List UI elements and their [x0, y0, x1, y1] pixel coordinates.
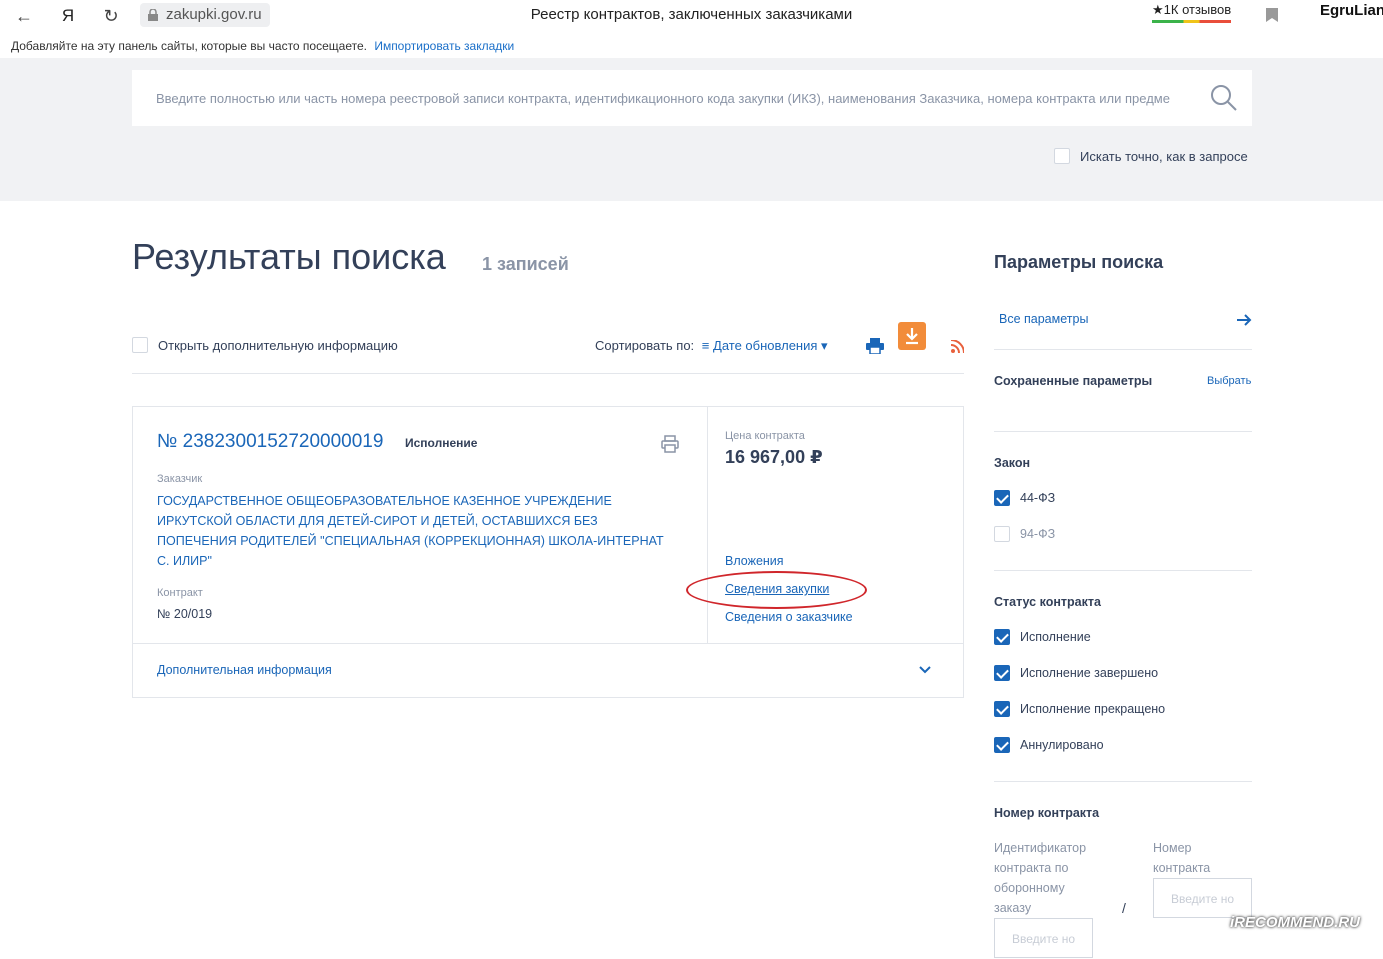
chevron-down-icon[interactable]: [918, 663, 932, 677]
card-divider: [707, 407, 708, 643]
saved-params-title: Сохраненные параметры: [994, 374, 1153, 388]
divider: [994, 570, 1252, 571]
exact-search-checkbox[interactable]: [1054, 148, 1070, 164]
search-icon[interactable]: [1210, 84, 1238, 112]
status-checkbox-annulled[interactable]: Аннулировано: [994, 737, 1104, 753]
results-count: 1 записей: [482, 254, 569, 274]
status-checkbox-execution[interactable]: Исполнение: [994, 629, 1091, 645]
law-checkbox-44fz[interactable]: 44-ФЗ: [994, 490, 1055, 506]
caret-down-icon: ▾: [821, 338, 828, 353]
checkbox[interactable]: [994, 665, 1010, 681]
divider: [994, 349, 1252, 350]
star-icon: ★: [1152, 2, 1164, 17]
sidebar-title: Параметры поиска: [994, 252, 1164, 272]
user-name[interactable]: EgruLian: [1320, 2, 1383, 19]
exact-search-toggle[interactable]: Искать точно, как в запросе: [1054, 148, 1248, 164]
sort-control[interactable]: Сортировать по: ≡ Дате обновления ▾: [595, 338, 828, 354]
status-badge: Исполнение: [405, 436, 478, 450]
download-icon: [906, 328, 918, 345]
arrow-right-icon[interactable]: [1235, 311, 1253, 329]
sort-lines-icon: ≡: [701, 338, 710, 353]
extra-info-toggle[interactable]: Дополнительная информация: [157, 663, 332, 677]
browser-toolbar: ← Я ↻ zakupki.gov.ru Реестр контрактов, …: [0, 0, 1383, 32]
highlight-oval: [686, 571, 867, 609]
contract-card: № 2382300152720000019 Исполнение Заказчи…: [132, 406, 964, 698]
sort-label: Сортировать по:: [595, 338, 695, 353]
bookmarks-hint: Добавляйте на эту панель сайты, которые …: [11, 39, 367, 53]
print-icon[interactable]: [866, 338, 884, 354]
attachments-link[interactable]: Вложения: [725, 554, 784, 568]
defense-id-label: Идентификатор контракта по оборонному за…: [994, 841, 1087, 915]
number-label: Номер контракта: [1153, 841, 1211, 875]
law-checkbox-94fz[interactable]: 94-ФЗ: [994, 526, 1055, 542]
contract-number-input[interactable]: Введите но: [1153, 878, 1252, 918]
defense-id-input[interactable]: Введите но: [994, 918, 1093, 958]
bookmark-icon[interactable]: [1266, 8, 1278, 22]
customer-label: Заказчик: [157, 473, 203, 485]
download-button[interactable]: [898, 322, 926, 350]
contract-price: 16 967,00 ₽: [725, 447, 823, 467]
law-title: Закон: [994, 456, 1031, 470]
card-divider: [133, 643, 963, 644]
checkbox[interactable]: [994, 629, 1010, 645]
open-extra-info-label: Открыть дополнительную информацию: [158, 337, 398, 353]
page-title: Результаты поиска: [132, 236, 446, 277]
open-extra-info-checkbox[interactable]: [132, 337, 148, 353]
choose-link[interactable]: Выбрать: [1207, 375, 1251, 387]
search-placeholder: Введите полностью или часть номера реест…: [156, 91, 1170, 106]
status-title: Статус контракта: [994, 595, 1101, 609]
customer-info-link[interactable]: Сведения о заказчике: [725, 610, 853, 624]
rating-bar: [1152, 20, 1232, 23]
status-checkbox-completed[interactable]: Исполнение завершено: [994, 665, 1158, 681]
checkbox[interactable]: [994, 737, 1010, 753]
contract-no: № 20/019: [157, 607, 213, 621]
separator: /: [1122, 900, 1126, 916]
print-icon[interactable]: [661, 435, 679, 453]
search-section: Введите полностью или часть номера реест…: [0, 58, 1383, 201]
watermark: iRECOMMEND.RU: [1230, 914, 1360, 931]
price-label: Цена контракта: [725, 430, 805, 442]
bookmarks-bar: Добавляйте на эту панель сайты, которые …: [0, 32, 1383, 58]
exact-search-label: Искать точно, как в запросе: [1080, 148, 1248, 164]
all-params-link[interactable]: Все параметры: [999, 312, 1088, 326]
customer-name-link[interactable]: ГОСУДАРСТВЕННОЕ ОБЩЕОБРАЗОВАТЕЛЬНОЕ КАЗЕ…: [157, 491, 677, 571]
open-extra-info-toggle[interactable]: Открыть дополнительную информацию: [132, 337, 398, 353]
search-input[interactable]: Введите полностью или часть номера реест…: [132, 70, 1252, 126]
status-checkbox-terminated[interactable]: Исполнение прекращено: [994, 701, 1165, 717]
divider: [994, 431, 1252, 432]
contract-label: Контракт: [157, 587, 203, 599]
rss-icon[interactable]: [951, 340, 964, 353]
divider: [994, 781, 1252, 782]
checkbox[interactable]: [994, 526, 1010, 542]
sort-value[interactable]: ≡ Дате обновления ▾: [702, 338, 828, 353]
checkbox[interactable]: [994, 701, 1010, 717]
contract-number-link[interactable]: № 2382300152720000019: [157, 431, 383, 453]
contract-number-title: Номер контракта: [994, 806, 1100, 820]
checkbox[interactable]: [994, 490, 1010, 506]
reviews-badge[interactable]: ★1К отзывов: [1152, 2, 1232, 23]
divider: [132, 373, 964, 374]
import-bookmarks-link[interactable]: Импортировать закладки: [374, 39, 514, 53]
